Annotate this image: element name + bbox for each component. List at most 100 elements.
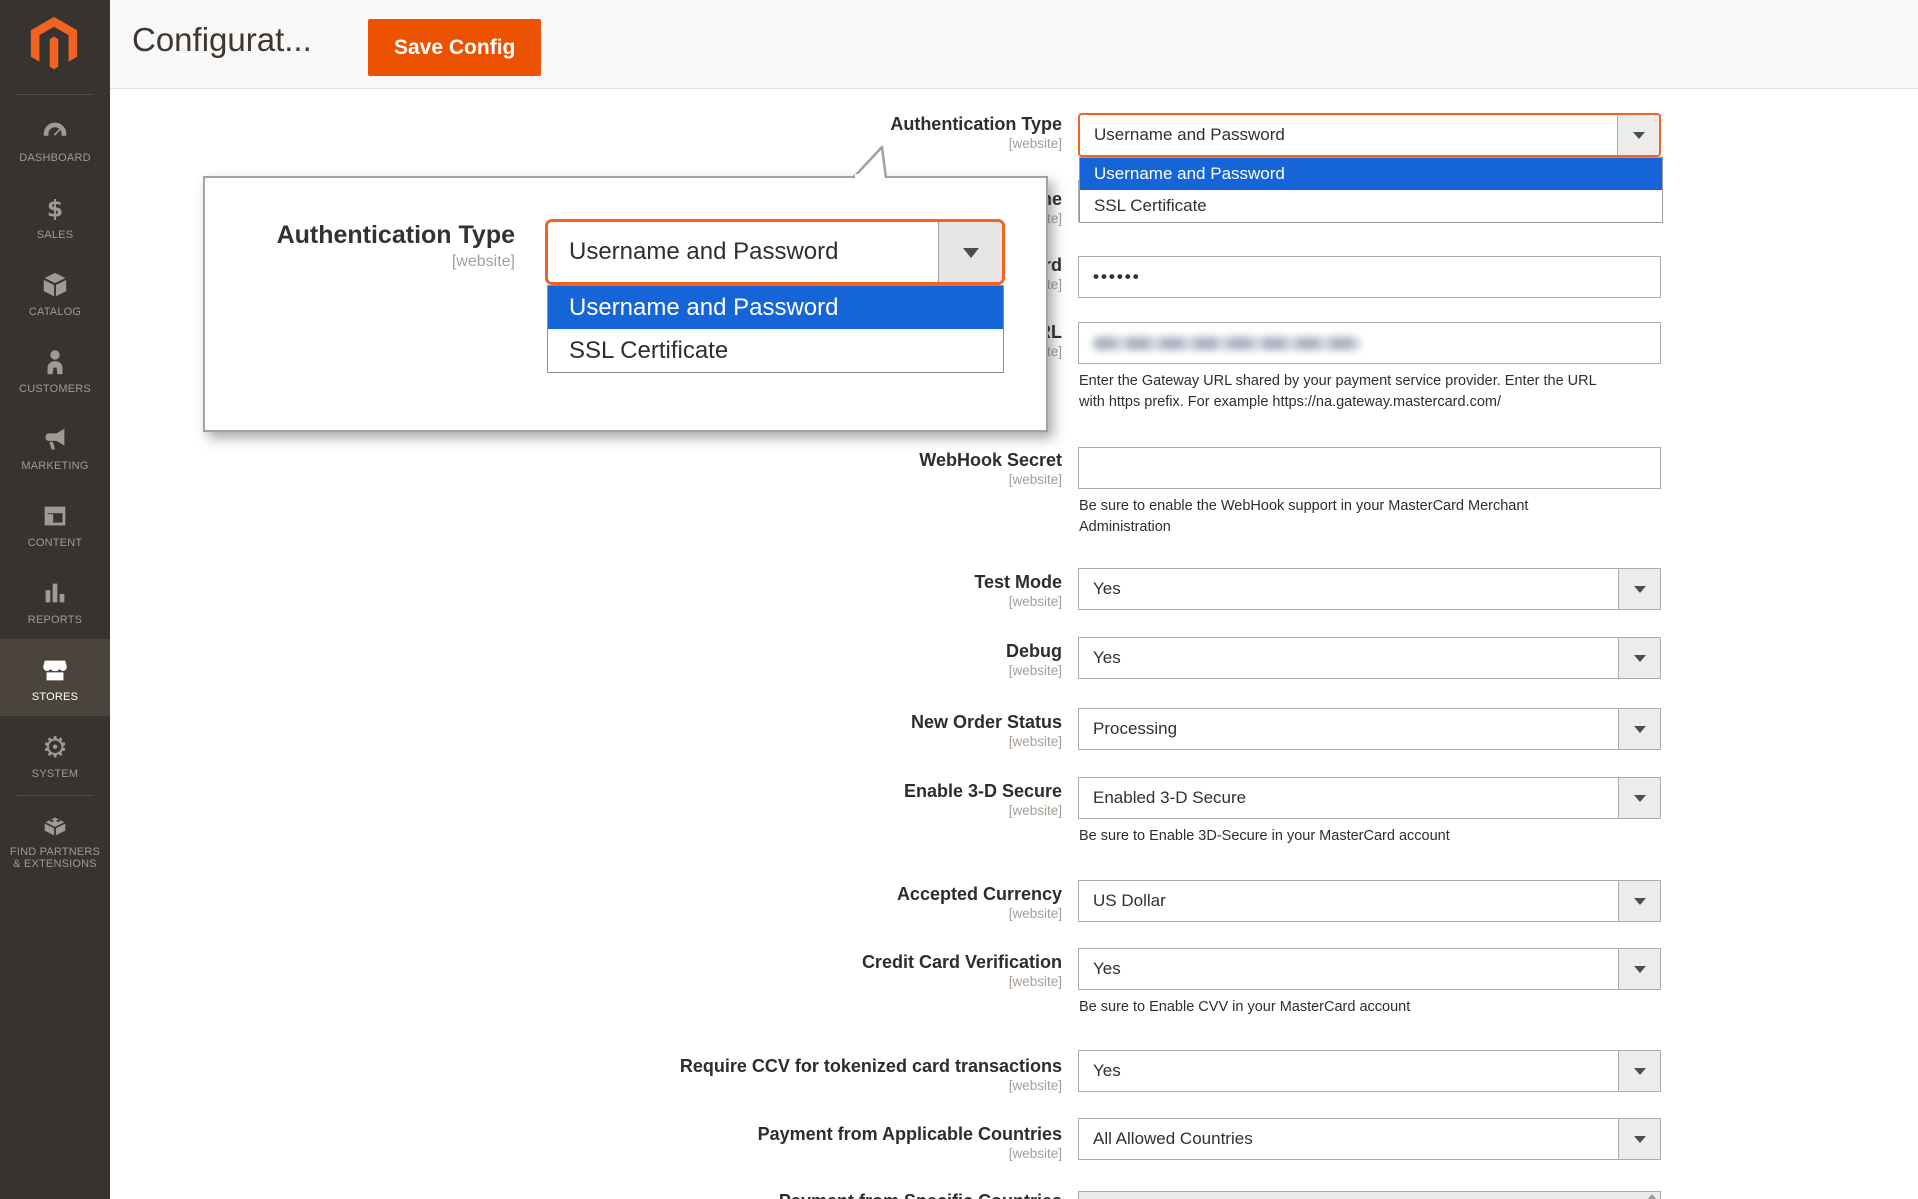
system-gear-icon: ⚙ [42, 730, 68, 764]
credit-card-verification-label: Credit Card Verification [website] [360, 952, 1062, 990]
require-ccv-select[interactable]: Yes [1078, 1050, 1661, 1092]
scope-website: [website] [360, 1078, 1062, 1094]
page-title: Configurat... [132, 21, 312, 59]
enable-3d-secure-select[interactable]: Enabled 3-D Secure [1078, 777, 1661, 819]
debug-label: Debug [website] [360, 641, 1062, 679]
callout-authentication-type-options: Username and Password SSL Certificate [547, 285, 1004, 373]
sidebar-item-label: SALES [37, 229, 73, 241]
chevron-down-icon[interactable] [1618, 778, 1660, 818]
credit-card-verification-help-text: Be sure to Enable CVV in your MasterCard… [1079, 997, 1719, 1018]
scope-website: [website] [360, 734, 1062, 750]
sidebar-item-system[interactable]: ⚙ SYSTEM [0, 716, 110, 793]
sidebar-item-customers[interactable]: CUSTOMERS [0, 331, 110, 408]
sidebar-item-content[interactable]: CONTENT [0, 485, 110, 562]
chevron-down-icon[interactable] [1618, 1119, 1660, 1159]
scope-website: [website] [360, 906, 1062, 922]
credit-card-verification-select[interactable]: Yes [1078, 948, 1661, 990]
enable-3d-secure-help-text: Be sure to Enable 3D-Secure in your Mast… [1079, 826, 1719, 847]
enable-3d-secure-label: Enable 3-D Secure [website] [360, 781, 1062, 819]
payment-applicable-countries-label: Payment from Applicable Countries [websi… [360, 1124, 1062, 1162]
catalog-icon [40, 268, 70, 302]
sidebar-nav: DASHBOARD $ SALES CATALOG CUSTOMERS [0, 100, 110, 877]
accepted-currency-select[interactable]: US Dollar [1078, 880, 1661, 922]
sidebar-item-find-partners-extensions[interactable]: FIND PARTNERS& EXTENSIONS [0, 800, 110, 877]
sidebar-item-stores[interactable]: STORES [0, 639, 110, 716]
magento-logo-icon[interactable] [30, 16, 78, 76]
customers-icon [40, 345, 70, 379]
option-ssl-certificate[interactable]: SSL Certificate [548, 329, 1003, 372]
webhook-secret-help-text: Be sure to enable the WebHook support in… [1079, 496, 1719, 538]
option-ssl-certificate[interactable]: SSL Certificate [1080, 190, 1662, 222]
marketing-icon [40, 422, 70, 456]
sidebar-item-label: SYSTEM [32, 768, 78, 780]
gateway-url-input[interactable] [1078, 322, 1661, 364]
sidebar-item-label: FIND PARTNERS& EXTENSIONS [10, 846, 100, 870]
payment-specific-countries-multiselect [1078, 1191, 1661, 1199]
sidebar-item-label: STORES [32, 691, 78, 703]
chevron-down-icon[interactable] [1618, 709, 1660, 749]
sidebar-item-label: DASHBOARD [19, 152, 90, 164]
stores-icon [40, 653, 70, 687]
option-username-and-password[interactable]: Username and Password [1080, 158, 1662, 190]
callout-authentication-type-select[interactable]: Username and Password [545, 219, 1005, 285]
callout-pointer-icon [849, 143, 895, 185]
accepted-currency-label: Accepted Currency [website] [360, 884, 1062, 922]
chevron-down-icon[interactable] [1617, 115, 1659, 155]
chevron-down-icon[interactable] [1618, 949, 1660, 989]
svg-text:$: $ [47, 194, 63, 222]
dashboard-icon [40, 114, 70, 148]
scope-website: [website] [360, 803, 1062, 819]
scope-website: [website] [233, 252, 515, 271]
authentication-type-options: Username and Password SSL Certificate [1079, 157, 1663, 223]
test-mode-label: Test Mode [website] [360, 572, 1062, 610]
sidebar-item-label: REPORTS [28, 614, 82, 626]
extensions-brick-icon [40, 808, 70, 842]
new-order-status-label: New Order Status [website] [360, 712, 1062, 750]
api-password-input[interactable]: •••••• [1078, 256, 1661, 298]
chevron-down-icon[interactable] [1618, 638, 1660, 678]
sidebar-item-marketing[interactable]: MARKETING [0, 408, 110, 485]
sidebar-item-label: CONTENT [28, 537, 83, 549]
new-order-status-select[interactable]: Processing [1078, 708, 1661, 750]
scope-website: [website] [360, 974, 1062, 990]
page-header: Configurat... Save Config [110, 0, 1918, 89]
sidebar-item-label: CUSTOMERS [19, 383, 91, 395]
chevron-down-icon[interactable] [1618, 569, 1660, 609]
chevron-down-icon[interactable] [1618, 1051, 1660, 1091]
scope-website: [website] [360, 594, 1062, 610]
webhook-secret-input[interactable] [1078, 447, 1661, 489]
debug-select[interactable]: Yes [1078, 637, 1661, 679]
sidebar-item-catalog[interactable]: CATALOG [0, 254, 110, 331]
sidebar-divider [17, 795, 93, 796]
content-icon [40, 499, 70, 533]
require-ccv-label: Require CCV for tokenized card transacti… [360, 1056, 1062, 1094]
gateway-url-redacted-value [1093, 337, 1361, 350]
sales-icon: $ [40, 191, 70, 225]
option-username-and-password[interactable]: Username and Password [548, 286, 1003, 329]
test-mode-select[interactable]: Yes [1078, 568, 1661, 610]
reports-icon [40, 576, 70, 610]
authentication-type-label: Authentication Type [website] [360, 114, 1062, 152]
scope-website: [website] [360, 1146, 1062, 1162]
gateway-url-help-text: Enter the Gateway URL shared by your pay… [1079, 371, 1719, 413]
sidebar-item-label: CATALOG [29, 306, 81, 318]
save-config-button[interactable]: Save Config [368, 19, 541, 76]
scope-website: [website] [360, 136, 1062, 152]
sidebar-item-reports[interactable]: REPORTS [0, 562, 110, 639]
webhook-secret-label: WebHook Secret [website] [360, 450, 1062, 488]
sidebar-item-sales[interactable]: $ SALES [0, 177, 110, 254]
scroll-up-icon [1647, 1194, 1657, 1199]
magento-admin-screen: DASHBOARD $ SALES CATALOG CUSTOMERS [0, 0, 1918, 1199]
payment-specific-countries-label: Payment from Specific Countries [360, 1191, 1062, 1199]
payment-applicable-countries-select[interactable]: All Allowed Countries [1078, 1118, 1661, 1160]
admin-sidebar: DASHBOARD $ SALES CATALOG CUSTOMERS [0, 0, 110, 1199]
sidebar-divider [17, 94, 93, 95]
callout-authentication-type-label: Authentication Type [website] [233, 222, 515, 271]
sidebar-item-dashboard[interactable]: DASHBOARD [0, 100, 110, 177]
chevron-down-icon[interactable] [1618, 881, 1660, 921]
scope-website: [website] [360, 472, 1062, 488]
sidebar-item-label: MARKETING [21, 460, 88, 472]
authentication-type-select[interactable]: Username and Password [1078, 113, 1661, 157]
scope-website: [website] [360, 663, 1062, 679]
chevron-down-icon[interactable] [938, 222, 1002, 282]
